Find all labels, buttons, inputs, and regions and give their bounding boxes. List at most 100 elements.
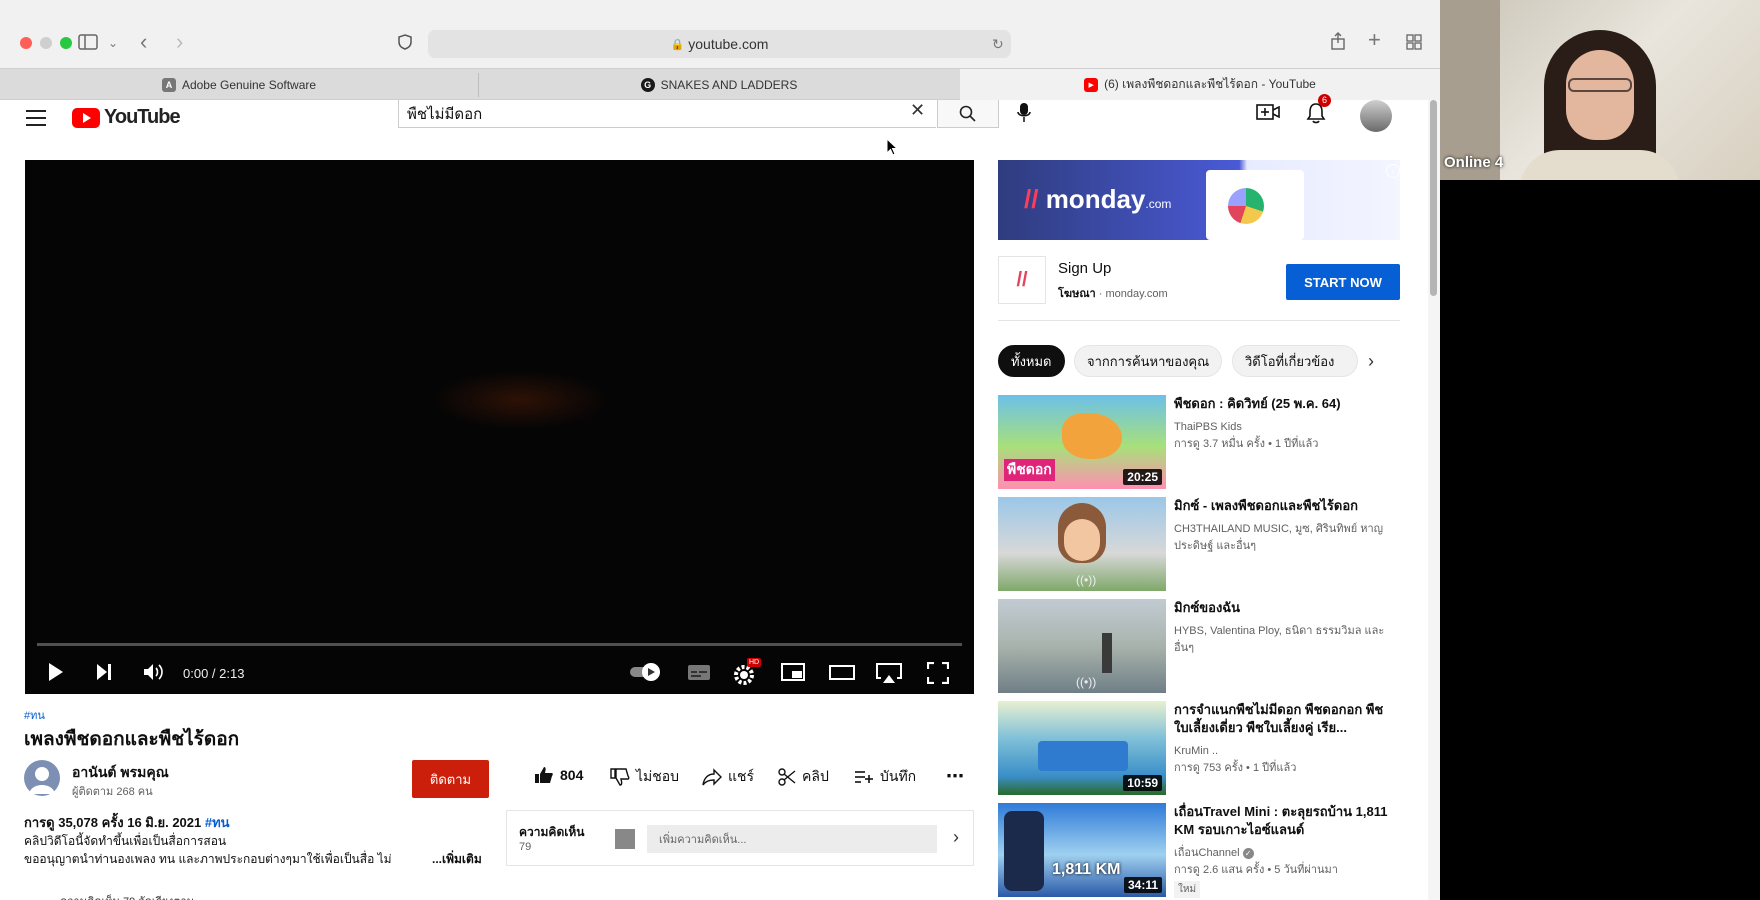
mix-thumbnail[interactable]: ((•)) [998, 599, 1166, 693]
recommendation-item[interactable]: ((•)) มิกซ์ของฉัน HYBS, Valentina Ploy, … [998, 599, 1400, 693]
thumbs-down-icon [610, 768, 630, 786]
description-line: คลิปวิดีโอนี้จัดทำขึ้นเพื่อเป็นสื่อการสอ… [24, 834, 227, 848]
video-hashtag-link[interactable]: #ทน [24, 706, 45, 724]
description-hashtag-link[interactable]: #ทน [205, 815, 230, 830]
new-badge: ใหม่ [1174, 881, 1201, 898]
youtube-play-logo-icon [72, 107, 100, 128]
scrollbar-thumb[interactable] [1430, 100, 1437, 296]
close-window-button[interactable] [20, 37, 32, 49]
subscribe-button[interactable]: ติดตาม [412, 760, 489, 798]
recommendation-item[interactable]: พืชดอก 20:25 พืชดอก : คิดวิทย์ (25 พ.ค. … [998, 395, 1400, 489]
ad-subtitle: โฆษณา · monday.com [1058, 284, 1168, 302]
subtitles-button[interactable] [687, 662, 711, 688]
video-meta: การดู 3.7 หมื่น ครั้ง • 1 ปีที่แล้ว [1174, 438, 1319, 450]
video-thumbnail[interactable]: 10:59 [998, 701, 1166, 795]
ad-brand-logo: // monday.com [1024, 184, 1172, 214]
more-actions-icon[interactable]: ⋯ [946, 766, 964, 787]
clear-search-icon[interactable]: ✕ [910, 100, 925, 121]
chevron-down-icon[interactable]: ⌄ [108, 33, 118, 53]
autoplay-toggle-icon [630, 663, 660, 681]
butterfly-graphic [1062, 413, 1122, 459]
channel-name[interactable]: KruMin .. [1174, 743, 1396, 760]
sidebar-toggle-icon[interactable] [78, 34, 98, 54]
play-button[interactable] [47, 662, 65, 688]
theater-mode-button[interactable] [829, 662, 855, 688]
address-bar[interactable]: 🔒 youtube.com [428, 30, 1011, 58]
channel-name[interactable]: เถื่อนChannel ✓ [1174, 845, 1396, 862]
tab-label: SNAKES AND LADDERS [660, 77, 798, 92]
ad-banner[interactable]: // monday.com i [998, 160, 1400, 240]
account-avatar[interactable] [1360, 100, 1392, 132]
new-tab-icon[interactable]: + [1368, 29, 1381, 51]
forward-arrow-icon[interactable]: › [176, 31, 183, 53]
channel-avatar[interactable] [24, 760, 60, 796]
tab-overview-icon[interactable] [1406, 34, 1422, 54]
search-input[interactable]: พืชไม่มีดอก [398, 100, 936, 128]
minimize-window-button[interactable] [40, 37, 52, 49]
airplay-button[interactable] [875, 662, 903, 690]
show-more-link[interactable]: ...เพิ่มเติม [432, 850, 482, 869]
share-icon[interactable] [1330, 32, 1346, 54]
progress-bar[interactable] [37, 643, 962, 646]
menu-icon[interactable] [26, 110, 46, 126]
volume-button[interactable] [143, 662, 165, 688]
add-comment-input[interactable]: เพิ่มความคิดเห็น... [647, 825, 937, 853]
chip-related[interactable]: วิดีโอที่เกี่ยวข้อง [1232, 345, 1358, 377]
video-thumbnail[interactable]: พืชดอก 20:25 [998, 395, 1166, 489]
chip-all[interactable]: ทั้งหมด [998, 345, 1065, 377]
ad-domain: · monday.com [1095, 288, 1168, 300]
dislike-button[interactable]: ไม่ชอบ [610, 766, 679, 788]
hd-badge: HD [747, 658, 762, 667]
lock-icon: 🔒 [670, 38, 685, 51]
recommendation-item[interactable]: 1,811 KM 34:11 เถื่อนTravel Mini : ตะลุย… [998, 803, 1400, 898]
chevron-right-icon[interactable]: › [1368, 351, 1374, 372]
share-button[interactable]: แชร์ [702, 766, 754, 788]
webcam-background [1440, 0, 1500, 180]
comments-teaser[interactable]: ความคิดเห็น 79 เพิ่มความคิดเห็น... › [506, 810, 974, 866]
search-button[interactable] [937, 100, 999, 128]
recommendation-item[interactable]: ((•)) มิกซ์ - เพลงพืชดอกและพืชไร้ดอก CH3… [998, 497, 1400, 591]
tab-adobe[interactable]: A Adobe Genuine Software [0, 69, 478, 100]
youtube-logo[interactable]: YouTube [72, 106, 181, 129]
save-button[interactable]: บันทึก [854, 766, 916, 788]
back-arrow-icon[interactable]: ‹ [140, 31, 147, 53]
channel-name[interactable]: HYBS, Valentina Ploy, ธนิดา ธรรมวิมล และ… [1174, 623, 1396, 657]
video-thumbnail[interactable]: 1,811 KM 34:11 [998, 803, 1166, 897]
recommendation-item[interactable]: 10:59 การจำแนกพืชไม่มีดอก พืชดอกอก พืชใบ… [998, 701, 1400, 795]
settings-button[interactable]: HD [733, 658, 762, 692]
mix-live-icon: ((•)) [1076, 573, 1097, 587]
ad-title[interactable]: Sign Up [1058, 260, 1111, 277]
video-description[interactable]: คลิปวิดีโอนี้จัดทำขึ้นเพื่อเป็นสื่อการสอ… [24, 832, 494, 868]
video-player[interactable]: 0:00 / 2:13 HD [25, 160, 974, 694]
ad-brand-suffix: .com [1145, 197, 1172, 211]
tab-youtube[interactable]: ▶ (6) เพลงพืชดอกและพืชไร้ดอก - YouTube [960, 69, 1440, 100]
reload-icon[interactable]: ↻ [992, 34, 1004, 54]
video-duration: 20:25 [1123, 469, 1162, 485]
like-button[interactable]: 804 [534, 766, 583, 784]
adobe-favicon-icon: A [161, 77, 176, 92]
maximize-window-button[interactable] [60, 37, 72, 49]
start-now-button[interactable]: START NOW [1286, 264, 1400, 300]
chip-from-search[interactable]: จากการค้นหาของคุณ [1074, 345, 1223, 377]
next-button[interactable] [95, 662, 113, 688]
autoplay-toggle[interactable] [629, 662, 665, 688]
channel-name[interactable]: CH3THAILAND MUSIC, มูซ, ศิรินทิพย์ หาญปร… [1174, 521, 1396, 555]
create-video-icon[interactable] [1256, 102, 1280, 127]
mix-thumbnail[interactable]: ((•)) [998, 497, 1166, 591]
privacy-shield-icon[interactable] [398, 34, 412, 54]
miniplayer-button[interactable] [781, 662, 805, 688]
fullscreen-button[interactable] [926, 661, 950, 690]
tab-snakes-and-ladders[interactable]: G SNAKES AND LADDERS [479, 69, 959, 100]
search-icon [959, 105, 976, 122]
microphone-icon[interactable] [1017, 102, 1031, 129]
video-meta: การดู 753 ครั้ง • 1 ปีที่แล้ว [1174, 762, 1297, 774]
user-avatar [615, 829, 635, 849]
youtube-favicon-icon: ▶ [1084, 77, 1099, 92]
channel-name[interactable]: อานันต์ พรมคุณ [72, 762, 169, 784]
channel-name[interactable]: ThaiPBS Kids [1174, 419, 1396, 436]
monday-logo-icon[interactable]: // [998, 256, 1046, 304]
chevron-right-icon[interactable]: › [953, 827, 959, 848]
people-graphic [1038, 741, 1128, 771]
ad-info-icon[interactable]: i [1386, 164, 1400, 178]
clip-button[interactable]: คลิป [778, 766, 829, 788]
